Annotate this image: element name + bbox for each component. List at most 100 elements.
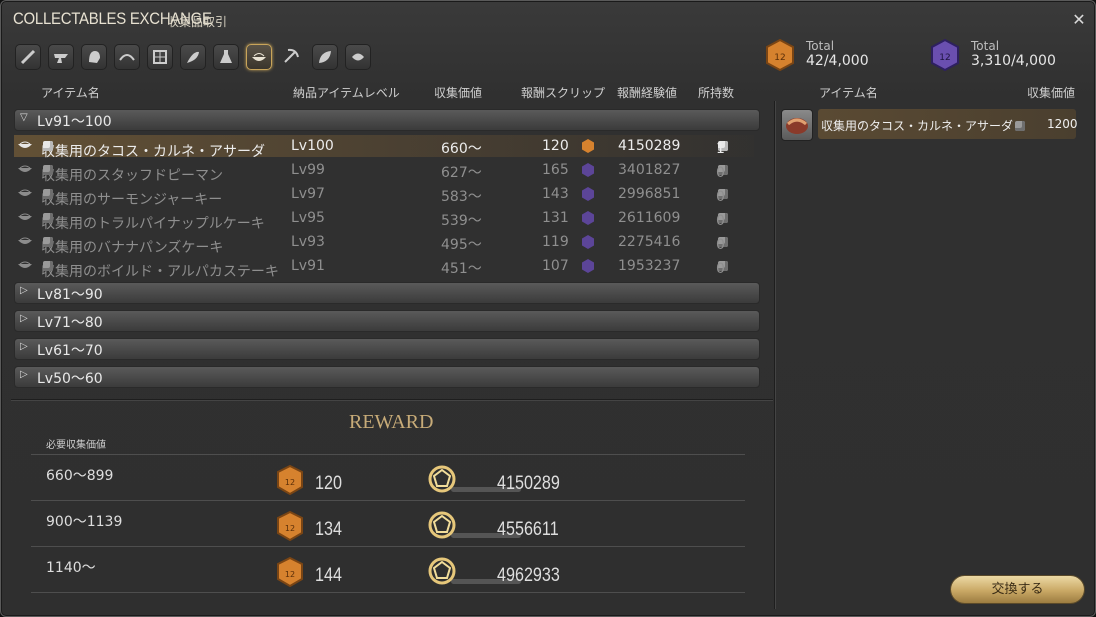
culinarian-tab[interactable] <box>246 44 272 70</box>
svg-text:12: 12 <box>285 478 295 487</box>
table-row[interactable]: 収集用のサーモンジャーキー Lv97 583～ 143 2996851 0 <box>14 183 754 208</box>
group-label: Lv61～70 <box>37 343 103 359</box>
collapsed-triangle-icon: ▷ <box>20 369 28 380</box>
row-exp: 3401827 <box>618 162 681 178</box>
orange-scrip-icon: 12 <box>766 39 794 71</box>
row-collectability: 583～ <box>441 189 482 205</box>
taco-item-icon <box>781 109 813 141</box>
goldsmith-tab[interactable] <box>114 44 140 70</box>
group-header-lv50-60[interactable]: ▷ Lv50～60 <box>14 366 760 388</box>
fish-icon <box>352 53 364 61</box>
collectable-cube-icon <box>43 261 53 271</box>
collapsed-triangle-icon: ▷ <box>20 313 28 324</box>
table-row[interactable]: 収集用のトラルパイナップルケーキ Lv95 539～ 131 2611609 0 <box>14 207 754 232</box>
row-collectability: 451～ <box>441 261 482 277</box>
row-exp: 2996851 <box>618 186 681 202</box>
fisher-tab[interactable] <box>345 44 371 70</box>
inventory-header-item: アイテム名 <box>819 86 878 100</box>
carpenter-tab[interactable] <box>15 44 41 70</box>
exchange-button[interactable]: 交換する <box>951 576 1084 603</box>
reward-scrip-value: 144 <box>315 565 342 586</box>
inventory-header-value: 収集価値 <box>1027 86 1076 100</box>
hide-icon <box>153 50 167 64</box>
reward-range: 660～899 <box>46 468 114 484</box>
table-row[interactable]: 収集用のバナナパンズケーキ Lv93 495～ 119 2275416 0 <box>14 231 754 256</box>
window-subtitle: 収集品取引 <box>167 15 228 29</box>
inventory-item-name: 収集用のタコス・カルネ・アサーダ <box>821 117 1026 134</box>
flask-icon <box>220 50 232 63</box>
group-header-lv61-70[interactable]: ▷ Lv61～70 <box>14 338 760 360</box>
group-header-lv91-100[interactable]: ▽ Lv91～100 <box>14 109 760 131</box>
ring-icon <box>119 54 135 61</box>
purple-scrip-icon <box>581 235 595 249</box>
inventory-item[interactable]: 収集用のタコス・カルネ・アサーダ 1200 <box>781 108 1078 141</box>
miner-tab[interactable] <box>279 44 303 68</box>
divider <box>31 592 745 593</box>
reward-scrip-value: 120 <box>315 473 342 494</box>
row-exp: 2611609 <box>618 210 681 226</box>
exp-icon <box>428 465 456 493</box>
row-collectability: 627～ <box>441 165 482 181</box>
bowl-icon <box>252 53 266 61</box>
exp-icon <box>428 511 456 539</box>
collectables-exchange-window: COLLECTABLES EXCHANGE 収集品取引 ✕ 12 Total 4… <box>0 0 1096 617</box>
pickaxe-icon <box>284 48 299 63</box>
purple-scrip-icon <box>581 259 595 273</box>
purple-scrip-icon <box>581 187 595 201</box>
blacksmith-tab[interactable] <box>48 44 74 70</box>
header-reward-scrip: 報酬スクリップ <box>521 86 606 100</box>
purple-scrip-icon: 12 <box>931 39 959 71</box>
svg-text:12: 12 <box>285 524 295 533</box>
collectable-cube-icon <box>43 189 53 199</box>
helmet-icon <box>89 51 100 63</box>
armorer-tab[interactable] <box>81 44 107 70</box>
purple-scrip-value: 3,310/4,000 <box>971 53 1056 69</box>
orange-scrip-icon: 12 <box>277 465 303 495</box>
row-exp: 1953237 <box>618 258 681 274</box>
collapsed-triangle-icon: ▷ <box>20 285 28 296</box>
row-scrip: 131 <box>542 210 569 226</box>
weaver-tab[interactable] <box>180 44 206 70</box>
reward-title: REWARD <box>349 411 434 433</box>
svg-text:12: 12 <box>939 53 950 63</box>
reward-range: 900～1139 <box>46 514 123 530</box>
reward-range: 1140～ <box>46 560 96 576</box>
reward-tier-row: 1140～ 12 144 4962933 <box>31 549 745 593</box>
reward-tier-row: 900～1139 12 134 4556611 <box>31 503 745 547</box>
table-row[interactable]: 収集用のボイルド・アルパカステーキ Lv91 451～ 107 1953237 0 <box>14 255 754 280</box>
table-row[interactable]: 収集用のタコス・カルネ・アサーダ Lv100 660～ 120 4150289 1 <box>14 135 754 160</box>
purple-scrip-icon <box>581 211 595 225</box>
divider <box>31 546 745 547</box>
row-level: Lv93 <box>291 234 325 250</box>
orange-scrip-label: Total <box>806 39 835 53</box>
bowl-icon <box>18 261 32 268</box>
svg-text:12: 12 <box>774 53 785 63</box>
divider <box>31 500 745 501</box>
exp-icon <box>428 557 456 585</box>
purple-scrip-label: Total <box>971 39 1000 53</box>
collectable-cube-icon <box>43 141 53 151</box>
bowl-icon <box>18 237 32 244</box>
group-header-lv81-90[interactable]: ▷ Lv81～90 <box>14 282 760 304</box>
divider <box>11 399 773 400</box>
row-level: Lv100 <box>291 138 334 154</box>
reward-exp-value: 4962933 <box>497 565 560 586</box>
collapsed-triangle-icon: ▷ <box>20 341 28 352</box>
collectable-cube-icon <box>43 213 53 223</box>
group-header-lv71-80[interactable]: ▷ Lv71～80 <box>14 310 760 332</box>
purple-scrip-icon <box>581 163 595 177</box>
alchemist-tab[interactable] <box>213 44 239 70</box>
close-x-icon[interactable]: ✕ <box>1069 10 1089 30</box>
svg-text:12: 12 <box>285 570 295 579</box>
reward-tier-row: 660～899 12 120 4150289 <box>31 457 745 501</box>
row-scrip: 107 <box>542 258 569 274</box>
row-collectability: 539～ <box>441 213 482 229</box>
expanded-triangle-icon: ▽ <box>20 112 28 123</box>
leatherworker-tab[interactable] <box>147 44 173 70</box>
botanist-tab[interactable] <box>312 44 338 70</box>
bowl-icon <box>18 189 32 196</box>
orange-scrip-icon: 12 <box>277 511 303 541</box>
orange-scrip-icon: 12 <box>277 557 303 587</box>
row-level: Lv95 <box>291 210 325 226</box>
table-row[interactable]: 収集用のスタッフドピーマン Lv99 627～ 165 3401827 0 <box>14 159 754 184</box>
